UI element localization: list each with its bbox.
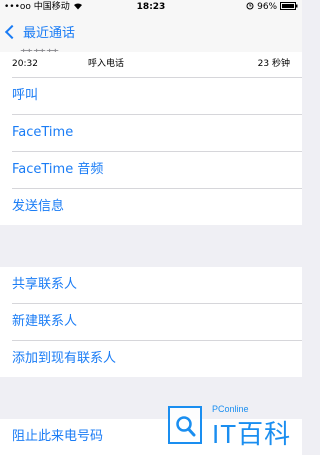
watermark-brand: PConline <box>212 404 249 414</box>
call-duration: 23 秒钟 <box>257 59 290 69</box>
status-bar: •••oo 中国移动 18:23 96% <box>0 0 302 14</box>
create-contact-button[interactable]: 新建联系人 <box>12 304 302 341</box>
back-button[interactable]: 最近通话 <box>4 22 75 41</box>
watermark-title: IT百科 <box>212 419 292 449</box>
call-type: 呼入电话 <box>88 59 125 69</box>
alarm-icon <box>246 2 254 10</box>
add-to-existing-contact-button[interactable]: 添加到现有联系人 <box>12 341 302 377</box>
contact-detail-list: 20:32 呼入电话 23 秒钟 呼叫 FaceTime FaceTime 音频… <box>0 52 302 455</box>
chevron-left-icon <box>4 24 20 39</box>
watermark-logo: PConline IT百科 <box>168 398 302 453</box>
battery-percent: 96% <box>257 2 278 12</box>
back-label: 最近通话 <box>23 26 76 41</box>
facetime-button[interactable]: FaceTime <box>12 115 302 152</box>
navigation-bar: 最近通话 某某某 <box>0 14 302 53</box>
section-gap <box>0 225 302 267</box>
share-contact-button[interactable]: 共享联系人 <box>12 267 302 304</box>
battery-icon <box>280 2 298 10</box>
status-right: 96% <box>246 0 298 14</box>
call-time: 20:32 <box>12 59 38 69</box>
facetime-audio-button[interactable]: FaceTime 音频 <box>12 152 302 189</box>
call-button[interactable]: 呼叫 <box>12 78 302 115</box>
send-message-button[interactable]: 发送信息 <box>12 189 302 225</box>
watermark-search-icon <box>168 406 202 444</box>
call-log-row: 20:32 呼入电话 23 秒钟 <box>12 52 302 78</box>
